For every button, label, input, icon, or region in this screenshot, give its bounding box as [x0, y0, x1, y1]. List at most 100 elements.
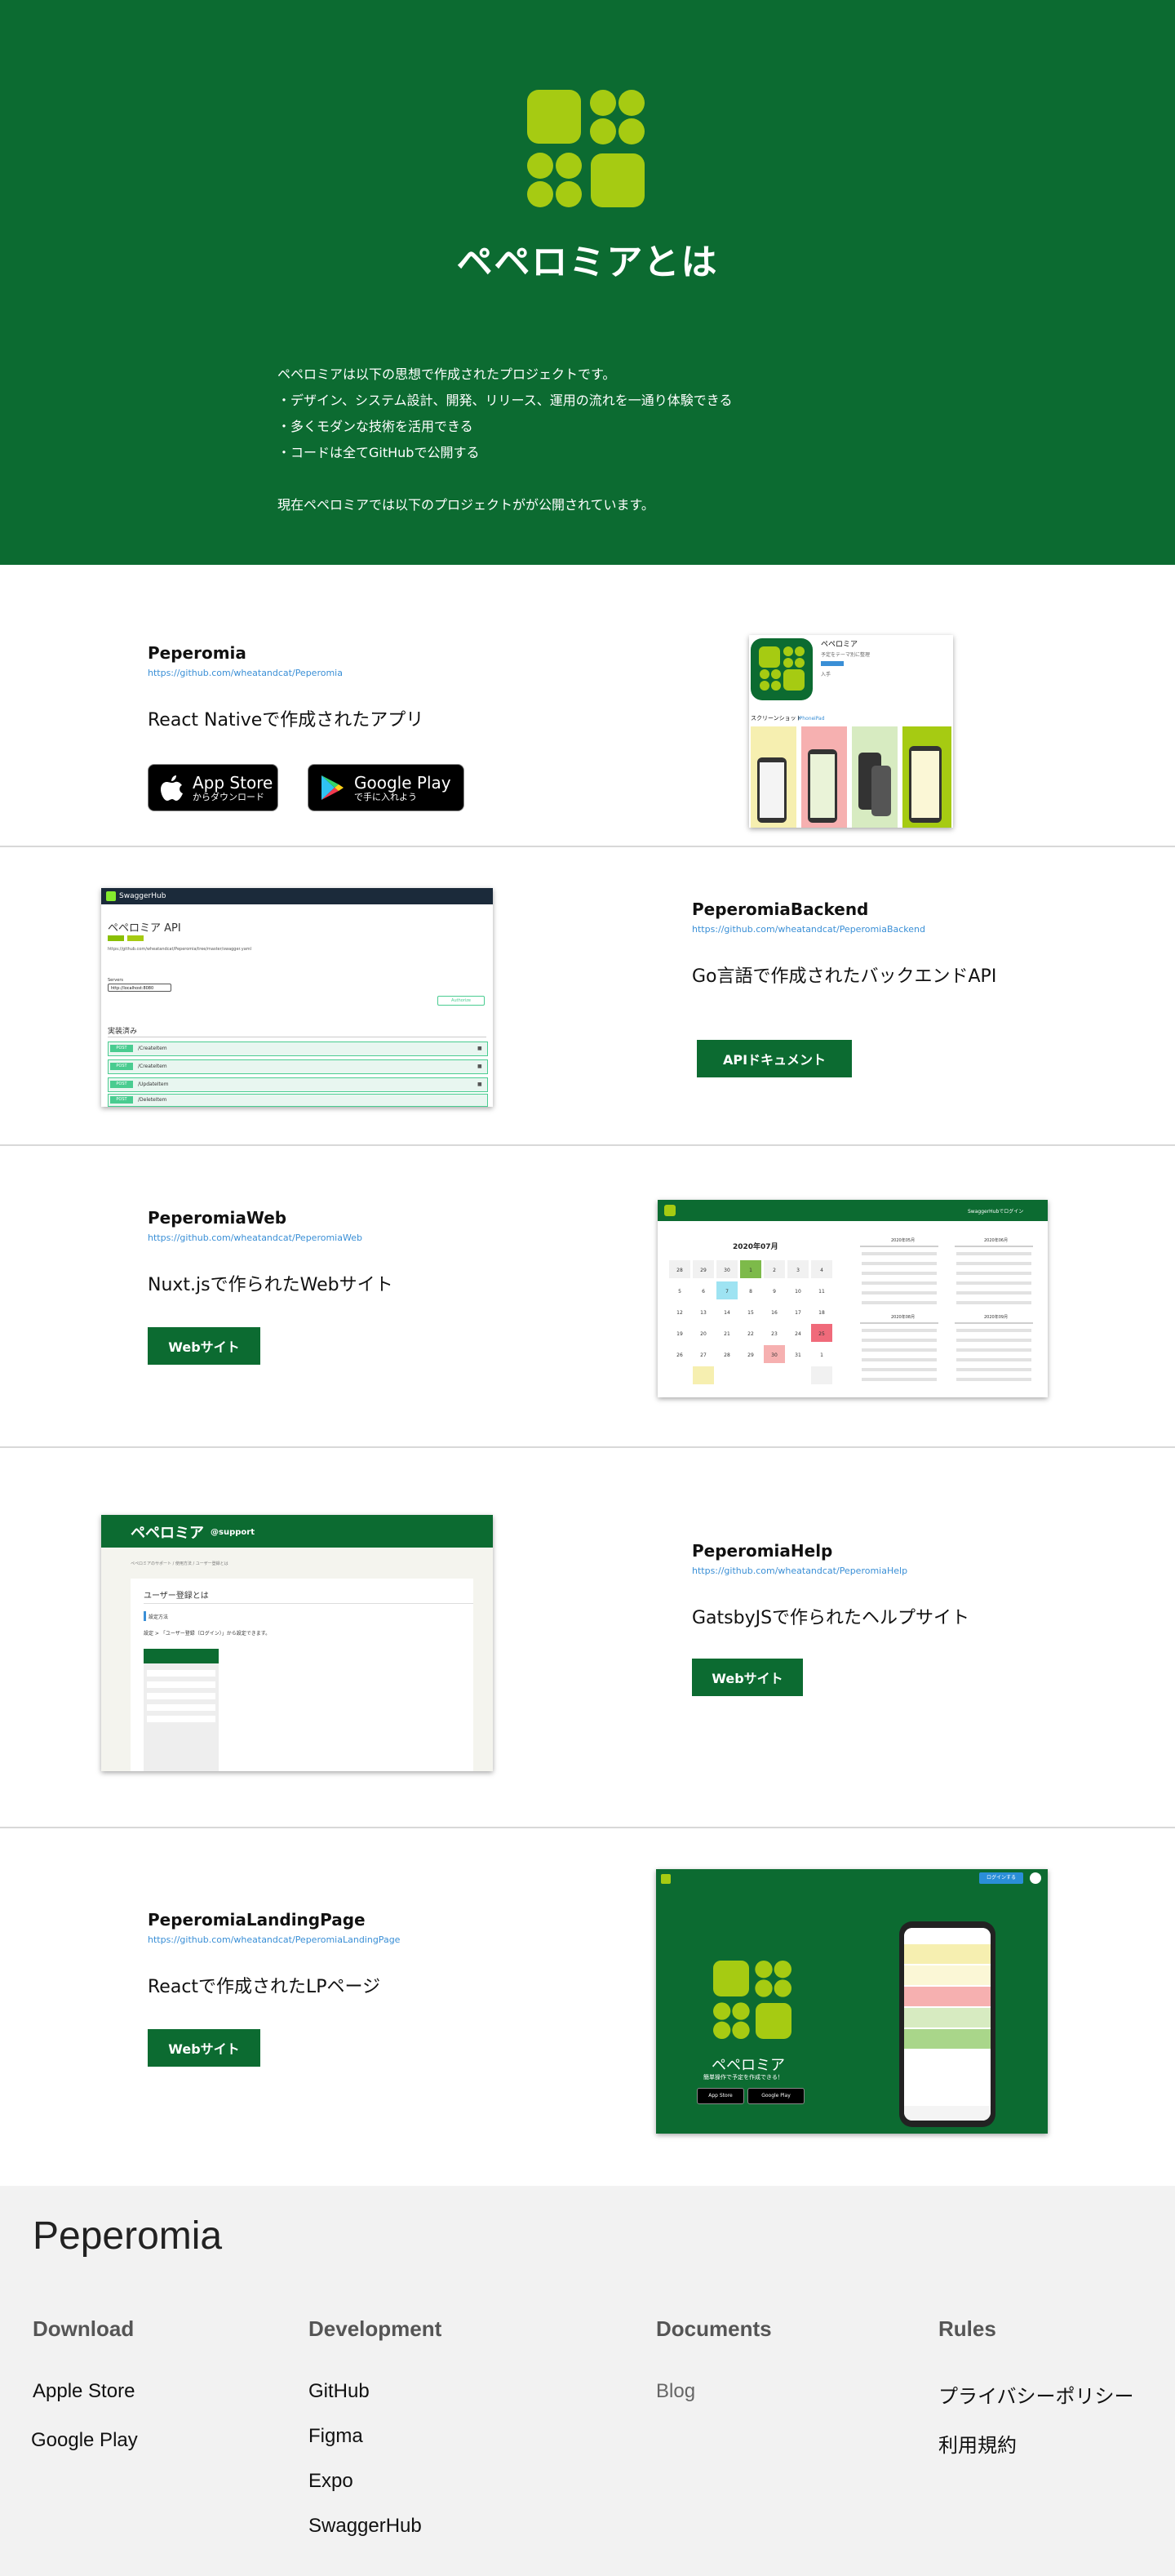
screenshot-section-label: スクリーンショット — [751, 715, 802, 722]
help-label: 設定方法 — [149, 1614, 169, 1620]
lp-google-play-badge[interactable]: Google Play — [747, 2088, 805, 2104]
app-store-screenshot: ペペロミア 予定をテーマ別に整理 入手 スクリーンショット iPhone iPa… — [749, 635, 953, 828]
endpoint-path: /UpdateItem — [138, 1081, 169, 1087]
hero-section: ペペロミアとは ペペロミアは以下の思想で作成されたプロジェクトです。 ・デザイン… — [0, 0, 1175, 565]
svg-text:17: 17 — [795, 1310, 801, 1316]
lp-menu-icon[interactable] — [1030, 1872, 1041, 1884]
api-docs-button[interactable]: APIドキュメント — [697, 1040, 852, 1077]
project-github-link[interactable]: https://github.com/wheatandcat/Peperomia… — [148, 1232, 362, 1243]
method-badge: POST — [110, 1096, 133, 1104]
footer-heading-documents: Documents — [656, 2316, 772, 2341]
endpoint-row[interactable]: POST /UpdateItem ■ — [108, 1077, 488, 1092]
svg-text:iPhone: iPhone — [798, 716, 815, 722]
app-store-preview-image: ペペロミア 予定をテーマ別に整理 入手 スクリーンショット iPhone iPa… — [749, 635, 953, 828]
project-description: React Nativeで作成されたアプリ — [148, 710, 424, 731]
endpoint-path: /CreateItem — [138, 1046, 167, 1051]
section-divider — [0, 846, 1175, 847]
lp-title: ペペロミア — [712, 2057, 785, 2074]
svg-text:29: 29 — [747, 1352, 754, 1358]
footer-link-privacy[interactable]: プライバシーポリシー — [938, 2380, 1134, 2409]
project-github-link[interactable]: https://github.com/wheatandcat/Peperomia… — [148, 1934, 400, 1945]
endpoint-path: /DeleteItem — [138, 1097, 167, 1103]
footer-heading-development: Development — [308, 2316, 442, 2341]
svg-text:28: 28 — [676, 1268, 683, 1273]
help-site-button[interactable]: Webサイト — [692, 1659, 803, 1696]
svg-text:2: 2 — [773, 1268, 776, 1273]
footer-link-expo[interactable]: Expo — [308, 2470, 353, 2493]
project-name-peperomia: Peperomia — [148, 643, 246, 663]
hero-bullet-text: ・デザイン、システム設計、開発、リリース、運用の流れを一通り体験できる — [277, 393, 733, 408]
footer-link-blog[interactable]: Blog — [656, 2380, 695, 2403]
servers-label: Servers — [108, 978, 124, 983]
lp-phone-screen — [904, 1928, 991, 2121]
google-play-button[interactable]: Google Play で手に入れよう — [308, 764, 464, 811]
svg-text:13: 13 — [700, 1310, 707, 1316]
hero-bullet-text: ・多くモダンな技術を活用できる — [277, 419, 473, 434]
hero-intro-text: ペペロミアは以下の思想で作成されたプロジェクトです。 — [277, 366, 616, 382]
app-subtitle-text: 予定をテーマ別に整理 — [821, 651, 870, 658]
svg-text:30: 30 — [771, 1352, 778, 1358]
lp-logo-small-icon — [661, 1874, 671, 1884]
help-brand: ペペロミア — [131, 1525, 204, 1542]
svg-text:31: 31 — [795, 1352, 801, 1358]
server-select[interactable]: http://localhost:8080 — [108, 984, 171, 992]
footer-link-github[interactable]: GitHub — [308, 2380, 370, 2403]
footer-link-swaggerhub[interactable]: SwaggerHub — [308, 2515, 422, 2538]
web-header-link[interactable]: SwaggerHubでログイン — [968, 1207, 1023, 1215]
help-breadcrumb: ペペロミアのサポート / 使用方法 / ユーザー登録とは — [131, 1561, 228, 1566]
swagger-spec-url: https://github.com/wheatandcat/Peperomia… — [108, 947, 252, 952]
svg-text:29: 29 — [700, 1268, 707, 1273]
svg-text:1: 1 — [749, 1268, 752, 1273]
svg-text:25: 25 — [818, 1331, 825, 1337]
help-phone-row — [147, 1681, 215, 1688]
project-github-link[interactable]: https://github.com/wheatandcat/Peperomia… — [692, 1566, 907, 1576]
project-github-link[interactable]: https://github.com/wheatandcat/Peperomia — [148, 668, 343, 678]
svg-text:9: 9 — [773, 1289, 776, 1295]
svg-text:28: 28 — [724, 1352, 730, 1358]
svg-text:19: 19 — [676, 1331, 683, 1337]
google-play-sublabel: で手に入れよう — [354, 791, 417, 802]
calendar-small-month: 2020年05月 — [891, 1238, 916, 1243]
project-name-landing: PeperomiaLandingPage — [148, 1910, 366, 1930]
app-store-sublabel: からダウンロード — [193, 791, 264, 802]
project-description: GatsbyJSで作られたヘルプサイト — [692, 1608, 970, 1628]
landing-site-button[interactable]: Webサイト — [148, 2029, 260, 2067]
project-github-link[interactable]: https://github.com/wheatandcat/Peperomia… — [692, 924, 925, 935]
lp-phone-item — [904, 1965, 991, 1985]
svg-text:26: 26 — [676, 1352, 683, 1358]
svg-text:3: 3 — [796, 1268, 800, 1273]
footer-heading-download: Download — [33, 2316, 135, 2341]
lp-app-store-badge[interactable]: App Store — [697, 2088, 744, 2104]
google-play-icon — [321, 775, 344, 800]
swagger-screenshot: SwaggerHub ペペロミア API https://github.com/… — [101, 888, 493, 1107]
apple-icon — [161, 775, 183, 801]
web-site-button[interactable]: Webサイト — [148, 1327, 260, 1365]
version-badge — [108, 935, 124, 941]
footer-link-figma[interactable]: Figma — [308, 2425, 363, 2448]
svg-text:20: 20 — [700, 1331, 707, 1337]
footer-link-terms[interactable]: 利用規約 — [938, 2429, 1017, 2458]
svg-text:22: 22 — [747, 1331, 754, 1337]
endpoint-row[interactable]: POST /DeleteItem — [108, 1094, 488, 1107]
calendar-small-month: 2020年06月 — [984, 1238, 1009, 1243]
project-name-backend: PeperomiaBackend — [692, 899, 869, 919]
lp-phone-item — [904, 2008, 991, 2027]
authorize-button[interactable]: Authorize — [437, 996, 485, 1006]
svg-text:7: 7 — [725, 1289, 729, 1295]
svg-text:iPad: iPad — [814, 716, 825, 722]
svg-text:11: 11 — [818, 1289, 825, 1295]
method-badge: POST — [110, 1045, 133, 1052]
swagger-logo-icon — [106, 891, 116, 901]
peperomia-logo-icon — [527, 90, 645, 207]
project-name-help: PeperomiaHelp — [692, 1541, 833, 1561]
footer-link-google-play[interactable]: Google Play — [31, 2429, 138, 2452]
lp-login-button[interactable]: ログインする — [979, 1872, 1023, 1884]
lp-phone-header — [904, 1928, 991, 1943]
footer-link-apple-store[interactable]: Apple Store — [33, 2380, 135, 2403]
endpoint-row[interactable]: POST /CreateItem ■ — [108, 1042, 488, 1056]
svg-text:15: 15 — [747, 1310, 754, 1316]
section-divider — [0, 1144, 1175, 1146]
app-store-button[interactable]: App Store からダウンロード — [148, 764, 278, 811]
svg-text:8: 8 — [749, 1289, 752, 1295]
endpoint-row[interactable]: POST /CreateItem ■ — [108, 1059, 488, 1074]
